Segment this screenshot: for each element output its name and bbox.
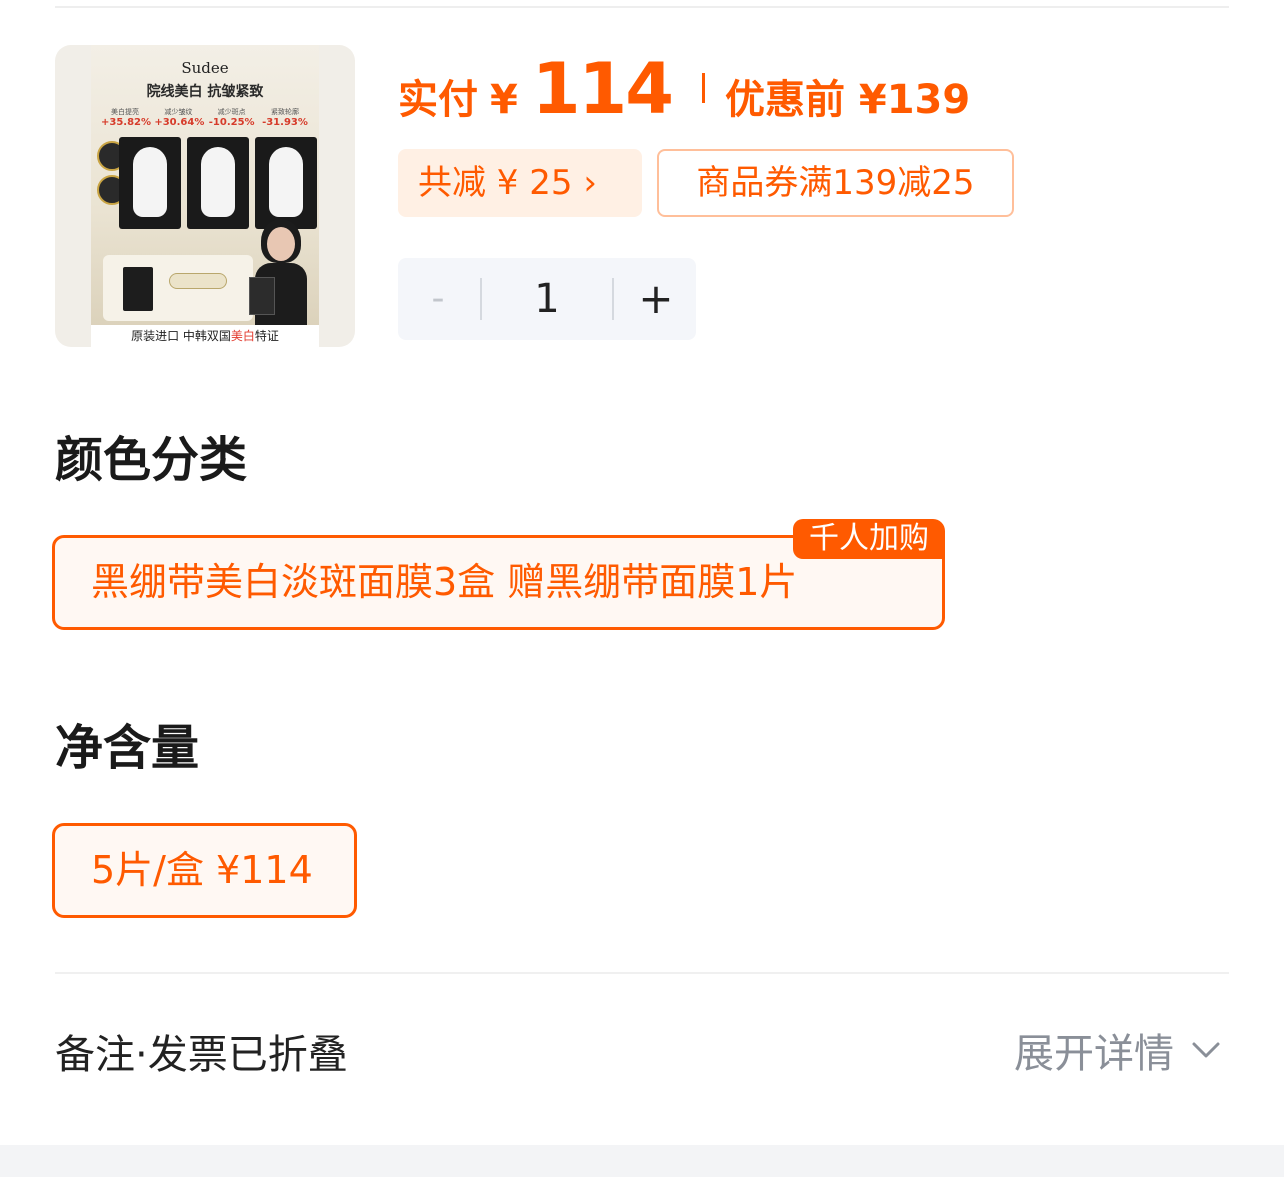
- mask-box-image: [119, 137, 181, 229]
- product-stat: 美白提亮 +35.82%: [101, 107, 152, 128]
- stat-label: 美白提亮: [111, 108, 139, 116]
- increase-button[interactable]: +: [616, 258, 696, 340]
- original-price: 优惠前 ¥139: [724, 77, 971, 123]
- stat-value: -31.93%: [262, 117, 308, 128]
- footer-suffix: 特证: [254, 329, 279, 343]
- stat-label: 减少斑点: [217, 108, 246, 116]
- expand-details-button[interactable]: 展开详情: [1014, 1022, 1222, 1078]
- mask-box-image: [187, 137, 249, 229]
- product-brand: Sudee: [181, 59, 229, 77]
- stat-label: 紧致轮廓: [270, 108, 299, 116]
- footer-highlight: 美白: [230, 329, 255, 343]
- chevron-down-icon: [1192, 1042, 1220, 1058]
- mask-face-image: [269, 147, 303, 217]
- section-divider: [55, 972, 1229, 974]
- stat-label: 减少皱纹: [164, 108, 193, 116]
- model-held-pack: [249, 277, 275, 315]
- model-image: [249, 217, 313, 327]
- coupon-chip: 商品券满139减25: [657, 149, 1014, 217]
- mask-face-image: [133, 147, 167, 217]
- decrease-button[interactable]: -: [398, 258, 478, 340]
- quantity-stepper: - 1 +: [398, 258, 696, 340]
- stepper-divider: [612, 278, 614, 320]
- remarks-invoice-label: 备注·发票已折叠: [55, 1032, 348, 1078]
- color-section-title: 颜色分类: [55, 432, 248, 488]
- promo-button-image: [169, 273, 227, 289]
- product-stat: 紧致轮廓 -31.93%: [261, 107, 309, 128]
- mask-face-image: [201, 147, 235, 217]
- price-row: 实付 ¥ 114 优惠前 ¥139: [398, 48, 971, 130]
- net-content-section-title: 净含量: [55, 720, 200, 776]
- product-image-footer: 原装进口 中韩双国美白特证: [91, 325, 319, 347]
- paid-amount: 114: [531, 48, 674, 130]
- promo-pack-image: [123, 267, 153, 311]
- expand-details-label: 展开详情: [1014, 1031, 1174, 1077]
- mask-box-image: [255, 137, 317, 229]
- price-currency: ¥: [490, 77, 518, 123]
- paid-label: 实付: [398, 77, 478, 123]
- bottom-band: [0, 1145, 1284, 1177]
- product-thumbnail[interactable]: Sudee 院线美白 抗皱紧致 美白提亮 +35.82% 减少皱纹 +30.64…: [55, 45, 355, 347]
- promo-card: [103, 255, 253, 321]
- price-separator: [701, 73, 705, 103]
- stat-value: -10.25%: [208, 117, 255, 128]
- net-content-option-selected[interactable]: 5片/盒 ¥114: [52, 823, 357, 918]
- product-image-art: Sudee 院线美白 抗皱紧致 美白提亮 +35.82% 减少皱纹 +30.64…: [91, 45, 319, 347]
- footer-prefix: 原装进口 中韩双国: [131, 329, 231, 343]
- product-stat: 减少皱纹 +30.64%: [154, 107, 205, 128]
- product-stats: 美白提亮 +35.82% 减少皱纹 +30.64% 减少斑点 -10.25% 紧…: [101, 107, 309, 128]
- top-divider: [55, 6, 1229, 8]
- quantity-value[interactable]: 1: [482, 258, 612, 340]
- product-headline: 院线美白 抗皱紧致: [146, 84, 264, 100]
- product-stat: 减少斑点 -10.25%: [208, 107, 256, 128]
- stat-value: +30.64%: [154, 117, 205, 128]
- model-face: [267, 227, 295, 261]
- stat-value: +35.82%: [101, 117, 152, 128]
- total-discount-chip[interactable]: 共减 ¥ 25 ›: [398, 149, 642, 217]
- popular-badge: 千人加购: [793, 519, 945, 559]
